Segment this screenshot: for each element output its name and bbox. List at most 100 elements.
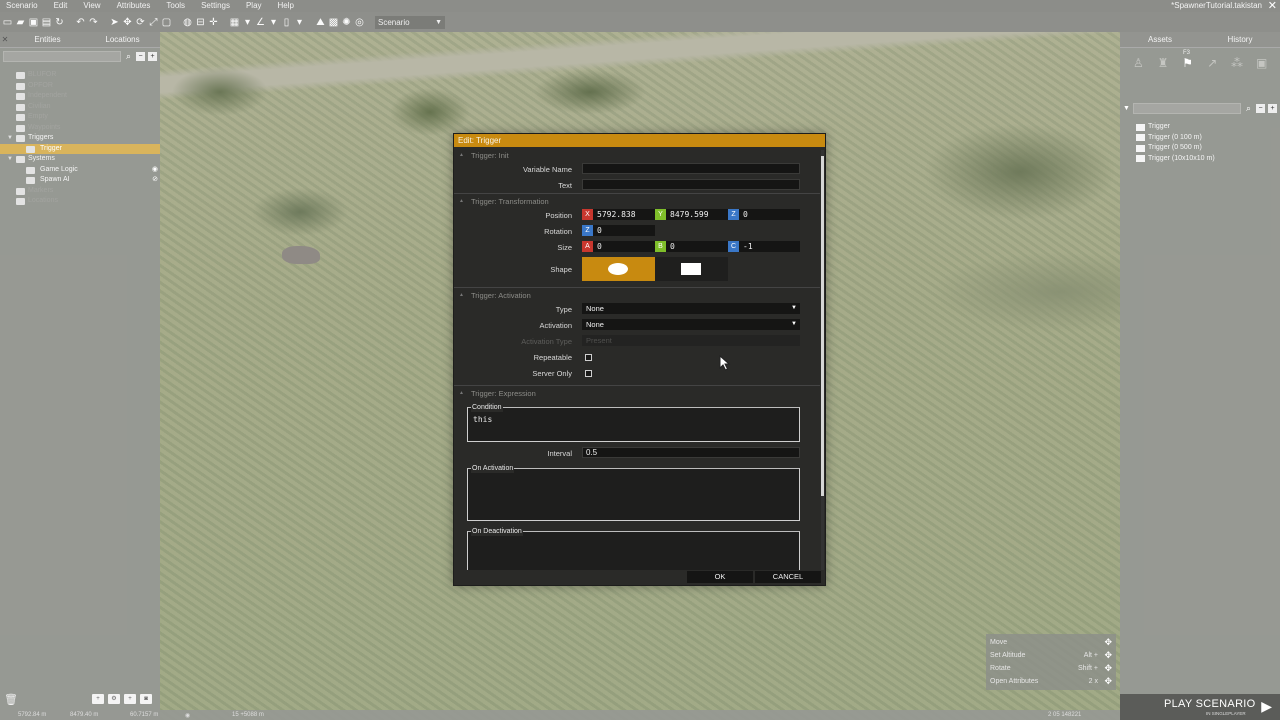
asset-item[interactable]: Trigger (1136, 122, 1215, 133)
asset-item[interactable]: Trigger (10x10x10 m) (1136, 154, 1215, 165)
new-layer-icon[interactable]: + (92, 694, 104, 704)
condition-field[interactable]: Condition this (467, 403, 800, 442)
shape-ellipse-button[interactable] (582, 257, 655, 281)
section-transformation[interactable]: Trigger: Transformation (454, 196, 820, 207)
camera-icon[interactable]: ◎ (354, 17, 365, 28)
scale-icon[interactable]: ⤢ (148, 17, 159, 28)
objects-icon[interactable]: ♙ (1131, 56, 1145, 70)
collapse-all-icon[interactable]: − (136, 51, 145, 61)
type-select[interactable]: None ▼ (582, 303, 800, 314)
entities-search-input[interactable] (3, 50, 121, 62)
tab-entities[interactable]: Entities (10, 32, 85, 47)
asset-item[interactable]: Trigger (0 500 m) (1136, 143, 1215, 154)
open-folder-icon[interactable]: ▰ (15, 17, 26, 28)
tree-item-waypoints[interactable]: Waypoints (0, 123, 160, 134)
on-deactivation-field[interactable]: On Deactivation (467, 527, 800, 570)
menu-settings[interactable]: Settings (193, 0, 238, 12)
refresh-icon[interactable]: ↻ (54, 17, 65, 28)
new-file-icon[interactable]: ▭ (2, 17, 13, 28)
save-icon[interactable]: ▣ (28, 17, 39, 28)
globe-icon[interactable]: ◍ (182, 17, 193, 28)
tree-item-systems[interactable]: ▼ Systems (0, 154, 160, 165)
save-all-icon[interactable]: ▤ (41, 17, 52, 28)
section-expression[interactable]: Trigger: Expression (454, 388, 820, 399)
section-init[interactable]: Trigger: Init (454, 150, 820, 161)
asset-item[interactable]: Trigger (0 100 m) (1136, 133, 1215, 144)
dialog-scrollbar[interactable] (821, 150, 824, 570)
expand-all-icon[interactable]: + (148, 51, 157, 61)
condition-code[interactable]: this (473, 415, 492, 424)
text-field[interactable] (582, 179, 800, 190)
rotate-icon[interactable]: ⟳ (135, 17, 146, 28)
map-icon[interactable]: ▩ (328, 17, 339, 28)
layer-settings-icon[interactable]: ⚙ (108, 694, 120, 704)
ok-button[interactable]: OK (687, 571, 753, 583)
tab-locations[interactable]: Locations (85, 32, 160, 47)
repeatable-checkbox[interactable] (585, 354, 592, 361)
position-z-field[interactable]: 0 (739, 209, 800, 220)
variable-name-field[interactable] (582, 163, 800, 174)
visibility-icon[interactable]: ⊘ (152, 175, 158, 186)
position-x-field[interactable]: 5792.838 (593, 209, 655, 220)
on-activation-field[interactable]: On Activation (467, 464, 800, 521)
tree-item-markers[interactable]: Markers (0, 186, 160, 197)
rock-object[interactable] (282, 246, 320, 264)
cancel-button[interactable]: CANCEL (755, 571, 821, 583)
menu-play[interactable]: Play (238, 0, 270, 12)
search-icon[interactable]: ⌕ (124, 51, 133, 61)
menu-view[interactable]: View (75, 0, 108, 12)
chevron-down-icon[interactable]: ▼ (1123, 105, 1130, 112)
tree-item-trigger[interactable]: Trigger (0, 143, 160, 154)
menu-help[interactable]: Help (270, 0, 302, 12)
select-icon[interactable]: ➤ (109, 17, 120, 28)
close-icon[interactable]: ✕ (1268, 0, 1277, 12)
trash-icon[interactable]: 🗑 (4, 694, 18, 706)
tree-item-civilian[interactable]: Civilian (0, 102, 160, 113)
area-icon[interactable]: ▢ (161, 17, 172, 28)
layer-add-icon[interactable]: + (124, 694, 136, 704)
light-icon[interactable]: ✺ (341, 17, 352, 28)
redo-icon[interactable]: ↷ (88, 17, 99, 28)
tree-item-spawn-ai[interactable]: Spawn AI ⊘ (0, 175, 160, 186)
angle-dropdown-icon[interactable]: ▾ (268, 17, 279, 28)
angle-icon[interactable]: ∠ (255, 17, 266, 28)
rotation-z-field[interactable]: 0 (593, 225, 655, 236)
modules-icon[interactable]: ⁂ (1230, 56, 1244, 70)
tree-item-locations[interactable]: Locations (0, 196, 160, 207)
tree-item-game-logic[interactable]: Game Logic ◉ (0, 165, 160, 176)
search-icon[interactable]: ⌕ (1244, 103, 1253, 113)
tree-item-triggers[interactable]: ▼ Triggers (0, 133, 160, 144)
collapse-icon[interactable]: ✕ (0, 32, 10, 47)
collapse-all-icon[interactable]: − (1256, 103, 1265, 113)
assets-search-input[interactable] (1132, 102, 1241, 114)
undo-icon[interactable]: ↶ (75, 17, 86, 28)
menu-scenario[interactable]: Scenario (0, 0, 46, 12)
tree-item-opfor[interactable]: OPFOR (0, 81, 160, 92)
dialog-title[interactable]: Edit: Trigger (454, 134, 825, 147)
expand-arrow-icon[interactable]: ▼ (7, 154, 13, 165)
size-c-field[interactable]: -1 (739, 241, 800, 252)
grid-icon[interactable]: ▦ (229, 17, 240, 28)
interval-field[interactable]: 0.5 (582, 447, 800, 458)
scrollbar-thumb[interactable] (821, 156, 824, 496)
position-y-field[interactable]: 8479.599 (666, 209, 728, 220)
tree-item-blufor[interactable]: BLUFOR (0, 70, 160, 81)
size-b-field[interactable]: 0 (666, 241, 728, 252)
expand-arrow-icon[interactable]: ▼ (7, 133, 13, 144)
tab-assets[interactable]: Assets (1120, 32, 1200, 47)
activation-select[interactable]: None ▼ (582, 319, 800, 330)
expand-all-icon[interactable]: + (1268, 103, 1277, 113)
move-icon[interactable]: ✥ (122, 17, 133, 28)
waypoints-icon[interactable]: ↗ (1205, 56, 1219, 70)
terrain-icon[interactable]: ⛰ (315, 17, 326, 28)
triggers-icon[interactable]: ⚑ (1181, 56, 1195, 70)
section-activation[interactable]: Trigger: Activation (454, 290, 820, 301)
tree-item-independent[interactable]: Independent (0, 91, 160, 102)
tab-history[interactable]: History (1200, 32, 1280, 47)
grid-dropdown-icon[interactable]: ▾ (242, 17, 253, 28)
scale-snap-icon[interactable]: ▯ (281, 17, 292, 28)
menu-attributes[interactable]: Attributes (109, 0, 159, 12)
scale-dropdown-icon[interactable]: ▾ (294, 17, 305, 28)
play-scenario-button[interactable]: PLAY SCENARIO IN SINGLEPLAYER ▶ (1120, 694, 1280, 720)
vehicle-icon[interactable]: ⊟ (195, 17, 206, 28)
